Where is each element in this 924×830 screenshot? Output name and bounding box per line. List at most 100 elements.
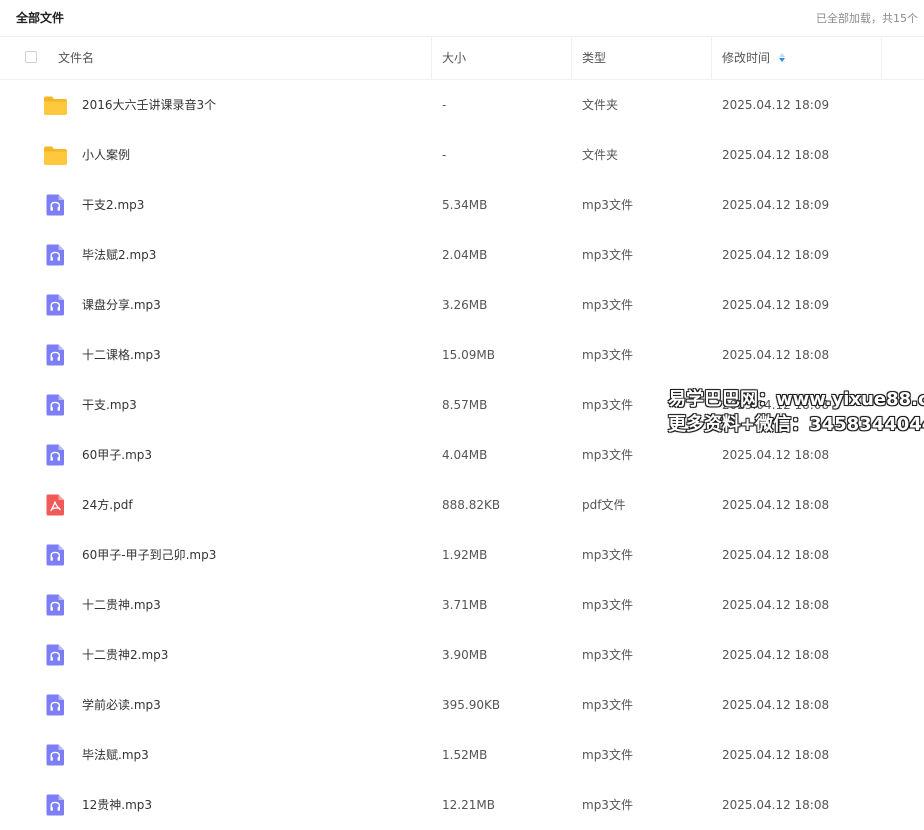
table-row[interactable]: 毕法赋2.mp3 2.04MB mp3文件 2025.04.12 18:09: [0, 230, 924, 280]
file-name[interactable]: 12贵神.mp3: [82, 780, 152, 830]
file-modified: 2025.04.12 18:08: [722, 698, 830, 712]
file-type: mp3文件: [582, 548, 633, 562]
page-title: 全部文件: [16, 11, 65, 25]
audio-file-icon: [43, 793, 68, 817]
file-type: mp3文件: [582, 398, 633, 412]
file-type: mp3文件: [582, 248, 633, 262]
file-type: mp3文件: [582, 348, 633, 362]
audio-file-icon: [43, 743, 68, 767]
select-all-checkbox[interactable]: [25, 51, 37, 63]
column-modified-label: 修改时间: [722, 51, 771, 65]
table-row[interactable]: 60甲子-甲子到己卯.mp3 1.92MB mp3文件 2025.04.12 18:0…: [0, 530, 924, 580]
table-row[interactable]: 十二贵神.mp3 3.71MB mp3文件 2025.04.12 18:08: [0, 580, 924, 630]
table-row[interactable]: 干支.mp3 8.57MB mp3文件 2025.04.12 18:08: [0, 380, 924, 430]
file-name[interactable]: 学前必读.mp3: [82, 680, 161, 730]
table-row[interactable]: 毕法赋.mp3 1.52MB mp3文件 2025.04.12 18:08: [0, 730, 924, 780]
sort-icon[interactable]: [778, 52, 786, 63]
file-size: 5.34MB: [442, 198, 488, 212]
file-name[interactable]: 课盘分享.mp3: [82, 280, 161, 330]
file-type: mp3文件: [582, 748, 633, 762]
column-modified-header[interactable]: 修改时间: [712, 37, 882, 79]
file-modified: 2025.04.12 18:08: [722, 748, 830, 762]
file-modified: 2025.04.12 18:09: [722, 298, 830, 312]
audio-file-icon: [43, 243, 68, 267]
audio-file-icon: [43, 293, 68, 317]
column-type-label: 类型: [582, 51, 607, 65]
column-name-header[interactable]: 文件名: [0, 37, 432, 79]
file-type: mp3文件: [582, 448, 633, 462]
audio-file-icon: [43, 593, 68, 617]
file-size: 395.90KB: [442, 698, 501, 712]
table-header: 文件名 大小 类型 修改时间: [0, 37, 924, 80]
table-row[interactable]: 课盘分享.mp3 3.26MB mp3文件 2025.04.12 18:09: [0, 280, 924, 330]
file-name[interactable]: 2016大六壬讲课录音3个: [82, 80, 216, 130]
file-name[interactable]: 十二课格.mp3: [82, 330, 161, 380]
top-bar: 全部文件 已全部加载，共15个: [0, 0, 924, 36]
file-modified: 2025.04.12 18:08: [722, 798, 830, 812]
file-table: 文件名 大小 类型 修改时间 2016大六壬讲课录音3个 - 文件夹 2025.04.…: [0, 36, 924, 830]
file-type: mp3文件: [582, 598, 633, 612]
file-modified: 2025.04.12 18:08: [722, 148, 830, 162]
table-row[interactable]: 干支2.mp3 5.34MB mp3文件 2025.04.12 18:09: [0, 180, 924, 230]
audio-file-icon: [43, 643, 68, 667]
table-row[interactable]: 60甲子.mp3 4.04MB mp3文件 2025.04.12 18:08: [0, 430, 924, 480]
file-name[interactable]: 小人案例: [82, 130, 130, 180]
file-size: 3.71MB: [442, 598, 488, 612]
file-size: 3.26MB: [442, 298, 488, 312]
folder-icon: [43, 93, 68, 117]
file-type: mp3文件: [582, 698, 633, 712]
audio-file-icon: [43, 193, 68, 217]
file-modified: 2025.04.12 18:08: [722, 498, 830, 512]
table-row[interactable]: 24方.pdf 888.82KB pdf文件 2025.04.12 18:08: [0, 480, 924, 530]
audio-file-icon: [43, 443, 68, 467]
file-type: mp3文件: [582, 198, 633, 212]
file-list: 2016大六壬讲课录音3个 - 文件夹 2025.04.12 18:09 小人案例 - 文件…: [0, 80, 924, 830]
file-modified: 2025.04.12 18:08: [722, 648, 830, 662]
file-size: 8.57MB: [442, 398, 488, 412]
table-row[interactable]: 学前必读.mp3 395.90KB mp3文件 2025.04.12 18:08: [0, 680, 924, 730]
file-modified: 2025.04.12 18:09: [722, 198, 830, 212]
file-modified: 2025.04.12 18:08: [722, 398, 830, 412]
file-size: 1.92MB: [442, 548, 488, 562]
file-size: 1.52MB: [442, 748, 488, 762]
file-name[interactable]: 60甲子-甲子到己卯.mp3: [82, 530, 216, 580]
audio-file-icon: [43, 693, 68, 717]
table-row[interactable]: 2016大六壬讲课录音3个 - 文件夹 2025.04.12 18:09: [0, 80, 924, 130]
audio-file-icon: [43, 393, 68, 417]
file-size: 12.21MB: [442, 798, 495, 812]
file-modified: 2025.04.12 18:08: [722, 348, 830, 362]
file-name[interactable]: 十二贵神.mp3: [82, 580, 161, 630]
file-name[interactable]: 60甲子.mp3: [82, 430, 152, 480]
file-size: -: [442, 98, 447, 112]
file-name[interactable]: 干支.mp3: [82, 380, 137, 430]
table-row[interactable]: 十二贵神2.mp3 3.90MB mp3文件 2025.04.12 18:08: [0, 630, 924, 680]
file-type: mp3文件: [582, 648, 633, 662]
column-type-header[interactable]: 类型: [572, 37, 712, 79]
table-row[interactable]: 十二课格.mp3 15.09MB mp3文件 2025.04.12 18:08: [0, 330, 924, 380]
audio-file-icon: [43, 543, 68, 567]
pdf-file-icon: [43, 493, 68, 517]
file-type: 文件夹: [582, 148, 619, 162]
file-type: mp3文件: [582, 298, 633, 312]
column-size-label: 大小: [442, 51, 467, 65]
file-type: pdf文件: [582, 498, 626, 512]
file-type: 文件夹: [582, 98, 619, 112]
file-size: 4.04MB: [442, 448, 488, 462]
file-modified: 2025.04.12 18:08: [722, 598, 830, 612]
file-modified: 2025.04.12 18:09: [722, 98, 830, 112]
file-size: 888.82KB: [442, 498, 501, 512]
table-row[interactable]: 小人案例 - 文件夹 2025.04.12 18:08: [0, 130, 924, 180]
file-name[interactable]: 毕法赋2.mp3: [82, 230, 156, 280]
file-size: 2.04MB: [442, 248, 488, 262]
file-name[interactable]: 十二贵神2.mp3: [82, 630, 168, 680]
file-name[interactable]: 24方.pdf: [82, 480, 133, 530]
file-modified: 2025.04.12 18:09: [722, 248, 830, 262]
file-name[interactable]: 干支2.mp3: [82, 180, 144, 230]
file-size: 3.90MB: [442, 648, 488, 662]
audio-file-icon: [43, 343, 68, 367]
folder-icon: [43, 143, 68, 167]
file-name[interactable]: 毕法赋.mp3: [82, 730, 149, 780]
table-row[interactable]: 12贵神.mp3 12.21MB mp3文件 2025.04.12 18:08: [0, 780, 924, 830]
file-size: -: [442, 148, 447, 162]
column-size-header[interactable]: 大小: [432, 37, 572, 79]
